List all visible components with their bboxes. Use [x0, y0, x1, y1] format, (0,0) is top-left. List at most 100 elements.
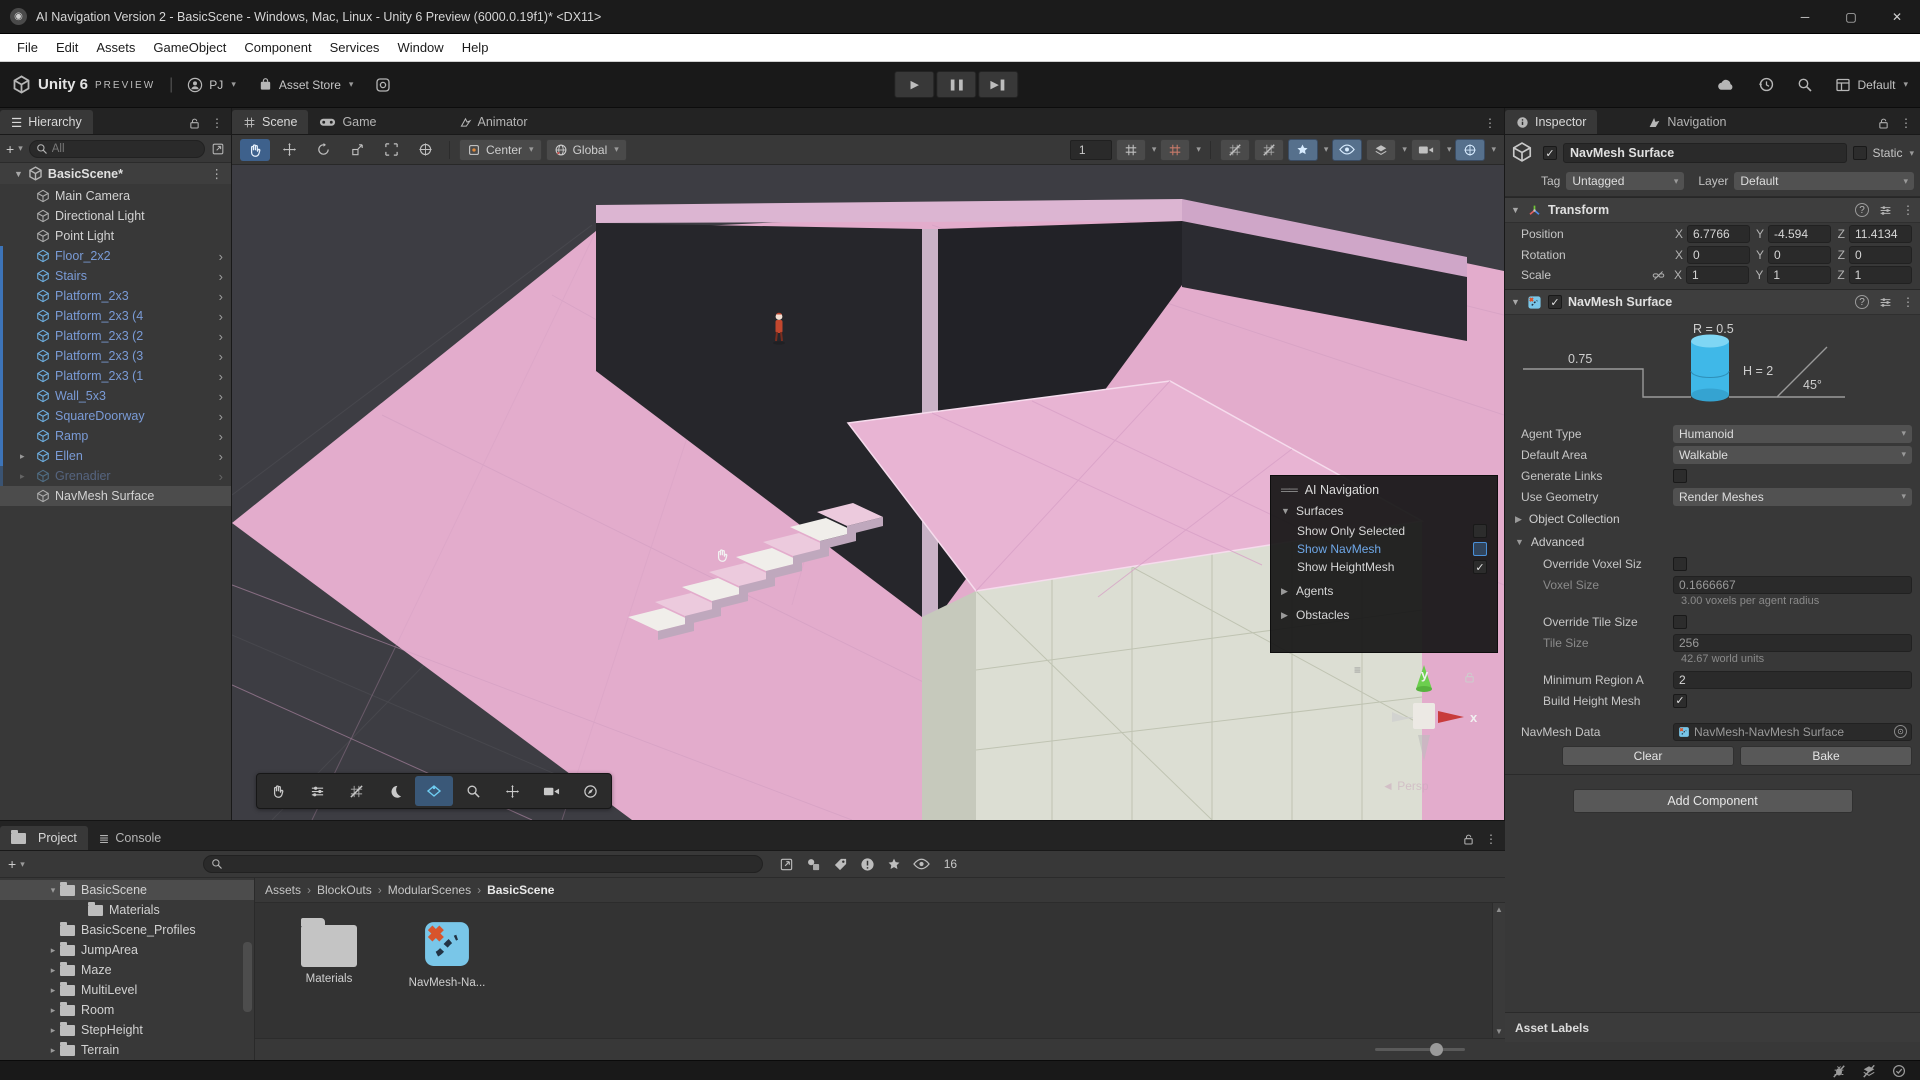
hierarchy-item[interactable]: Platform_2x3 (1 › [0, 366, 231, 386]
pivot-mode-dropdown[interactable]: Center ▾ [459, 139, 542, 161]
kebab-menu-icon[interactable]: ⋮ [211, 166, 232, 181]
favorites-icon[interactable] [887, 857, 901, 871]
foldout-icon[interactable]: ▼ [14, 169, 23, 179]
advanced-foldout[interactable]: ▼ Advanced [1505, 530, 1920, 553]
create-asset-button[interactable]: +▾ [8, 856, 25, 872]
hand-tool-button[interactable] [240, 139, 270, 161]
gizmos-button[interactable] [1455, 139, 1485, 161]
grid-toggle-icon[interactable] [337, 776, 375, 806]
expand-arrow-icon[interactable]: ▸ [46, 965, 60, 976]
hierarchy-item[interactable]: Ramp › [0, 426, 231, 446]
obstacles-foldout[interactable]: ▶ Obstacles [1281, 608, 1487, 622]
prefab-chevron-icon[interactable]: › [219, 249, 231, 264]
thumbnail-size-slider[interactable] [1375, 1048, 1465, 1051]
grid-snap-button[interactable] [1116, 139, 1146, 161]
open-search-window-icon[interactable] [779, 857, 794, 872]
effects-toggle-button[interactable] [1288, 139, 1318, 161]
prefab-chevron-icon[interactable]: › [219, 409, 231, 424]
search-by-label-icon[interactable] [833, 857, 848, 872]
link-scale-icon[interactable] [1651, 269, 1666, 282]
hierarchy-item[interactable]: NavMesh Surface [0, 486, 231, 506]
tab-console[interactable]: ≣ Console [88, 826, 172, 850]
caret-down-icon[interactable]: ▾ [1402, 144, 1407, 155]
folder-row[interactable]: ▾ BasicScene [0, 880, 254, 900]
overlay-sliders-icon[interactable] [298, 776, 336, 806]
active-checkbox[interactable]: ✓ [1543, 146, 1557, 160]
tab-game[interactable]: Game [308, 110, 387, 134]
search-icon[interactable] [1797, 77, 1813, 93]
build-height-mesh-checkbox[interactable]: ✓ [1673, 694, 1687, 708]
folder-row[interactable]: ▸ Terrain [0, 1040, 254, 1060]
asset-labels-section[interactable]: Asset Labels [1505, 1012, 1920, 1042]
slider-thumb[interactable] [1430, 1043, 1443, 1056]
hierarchy-item[interactable]: Platform_2x3 (2 › [0, 326, 231, 346]
scale-y-field[interactable]: 1 [1767, 266, 1830, 284]
folder-row[interactable]: BasicScene_Profiles [0, 920, 254, 940]
hierarchy-item[interactable]: Point Light [0, 226, 231, 246]
tab-scene[interactable]: Scene [232, 110, 308, 134]
rect-tool-button[interactable] [376, 139, 406, 161]
prefab-chevron-icon[interactable]: › [219, 329, 231, 344]
grid-size-field[interactable]: 1 [1070, 140, 1112, 160]
asset-tile[interactable]: Materials [289, 917, 369, 985]
use-geometry-dropdown[interactable]: Render Meshes▾ [1673, 488, 1912, 506]
kebab-menu-icon[interactable]: ⋮ [1484, 116, 1496, 130]
hidden-packages-icon[interactable] [860, 857, 875, 872]
scene-visibility-button[interactable] [1332, 139, 1362, 161]
component-enabled-checkbox[interactable]: ✓ [1548, 295, 1562, 309]
position-y-field[interactable]: -4.594 [1768, 225, 1831, 243]
hierarchy-item[interactable]: Directional Light [0, 206, 231, 226]
breadcrumb-item[interactable]: BlockOuts › [317, 883, 382, 897]
breadcrumb-item[interactable]: Assets › [265, 883, 311, 897]
caret-down-icon[interactable]: ▾ [1909, 148, 1914, 159]
prefab-chevron-icon[interactable]: › [219, 369, 231, 384]
help-icon[interactable]: ? [1855, 203, 1869, 217]
status-ok-icon[interactable] [1892, 1064, 1906, 1078]
gameobject-name-field[interactable] [1563, 143, 1847, 163]
kebab-menu-icon[interactable]: ⋮ [1485, 832, 1497, 846]
expand-arrow-icon[interactable]: ▸ [20, 451, 32, 462]
hierarchy-item[interactable]: Stairs › [0, 266, 231, 286]
voxel-size-field[interactable]: 0.1666667 [1673, 576, 1912, 594]
prefab-chevron-icon[interactable]: › [219, 389, 231, 404]
hierarchy-search[interactable] [29, 140, 205, 158]
caret-down-icon[interactable]: ▾ [1152, 144, 1157, 155]
pause-button[interactable]: ❚❚ [936, 71, 976, 98]
project-search-input[interactable] [228, 857, 755, 872]
transform-header[interactable]: ▼ Transform ? ⋮ [1505, 197, 1920, 223]
position-z-field[interactable]: 11.4134 [1849, 225, 1912, 243]
cloud-icon[interactable] [1717, 77, 1736, 92]
undo-history-icon[interactable] [1758, 76, 1775, 93]
tag-dropdown[interactable]: Untagged▾ [1566, 172, 1684, 190]
kebab-menu-icon[interactable]: ⋮ [1902, 203, 1914, 217]
scale-z-field[interactable]: 1 [1849, 266, 1912, 284]
agent-type-dropdown[interactable]: Humanoid▾ [1673, 425, 1912, 443]
hierarchy-item[interactable]: Platform_2x3 › [0, 286, 231, 306]
override-tile-checkbox[interactable] [1673, 615, 1687, 629]
navmesh-surface-header[interactable]: ▼ ✓ NavMesh Surface ? ⋮ [1505, 289, 1920, 315]
presets-icon[interactable] [1879, 204, 1892, 217]
move-tool-button[interactable] [274, 139, 304, 161]
increment-snap-button[interactable] [1160, 139, 1190, 161]
agents-foldout[interactable]: ▶ Agents [1281, 584, 1487, 598]
move-overlay-icon[interactable] [493, 776, 531, 806]
mute-debug-icon[interactable] [1832, 1064, 1846, 1078]
foldout-icon[interactable]: ▼ [1511, 297, 1521, 307]
tile-size-field[interactable]: 256 [1673, 634, 1912, 652]
folder-row[interactable]: ▸ Maze [0, 960, 254, 980]
scale-tool-button[interactable] [342, 139, 372, 161]
generate-links-checkbox[interactable] [1673, 469, 1687, 483]
expand-arrow-icon[interactable]: ▸ [46, 1045, 60, 1056]
prefab-chevron-icon[interactable]: › [219, 449, 231, 464]
minimize-button[interactable]: ─ [1782, 0, 1828, 34]
tab-project[interactable]: Project [0, 826, 88, 850]
folder-row[interactable]: ▸ Room [0, 1000, 254, 1020]
scene-root-row[interactable]: ▼ BasicScene* ⋮ [0, 163, 231, 184]
camera-settings-button[interactable] [1411, 139, 1441, 161]
min-region-field[interactable]: 2 [1673, 671, 1912, 689]
expand-arrow-icon[interactable]: ▸ [46, 1005, 60, 1016]
folder-row[interactable]: ▸ StepHeight [0, 1020, 254, 1040]
override-voxel-checkbox[interactable] [1673, 557, 1687, 571]
prefab-chevron-icon[interactable]: › [219, 289, 231, 304]
expand-arrow-icon[interactable]: ▸ [46, 1025, 60, 1036]
